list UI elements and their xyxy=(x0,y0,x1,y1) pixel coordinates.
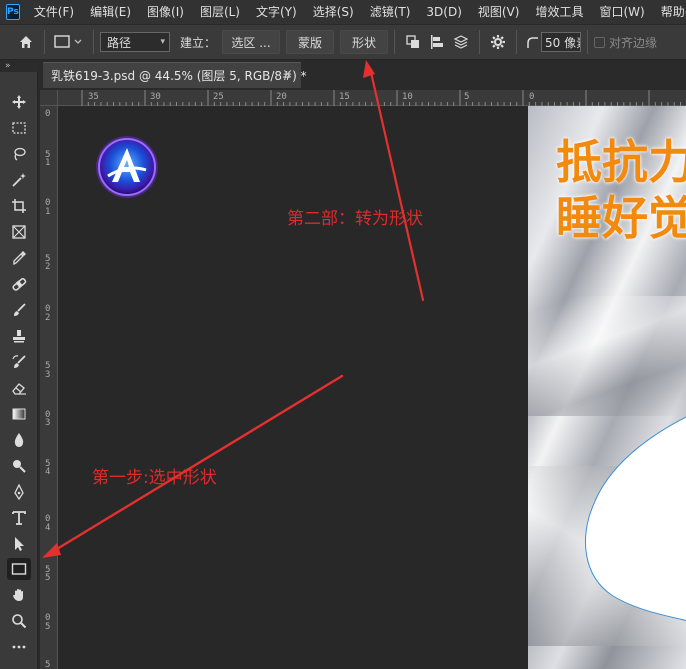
close-icon[interactable]: × xyxy=(282,67,293,82)
ruler-tick-label: 4 xyxy=(45,467,51,478)
make-mask-button[interactable]: 蒙版 xyxy=(286,30,335,54)
lasso-tool-icon[interactable] xyxy=(7,143,31,165)
divider xyxy=(44,30,45,54)
annotation-step-1: 第一步:选中形状 xyxy=(92,468,217,488)
rectangle-tool-icon[interactable] xyxy=(7,558,31,580)
path-alignment-icon[interactable] xyxy=(425,30,449,54)
menu-item[interactable]: 编辑(E) xyxy=(82,0,139,24)
menu-item[interactable]: 图层(L) xyxy=(192,0,248,24)
eyedropper-tool-icon[interactable] xyxy=(7,247,31,269)
divider xyxy=(479,30,481,54)
ruler-tick-label: 0 xyxy=(45,109,51,120)
ruler-tick-label: 1 xyxy=(45,206,51,217)
selected-shape-path[interactable] xyxy=(528,106,686,669)
more-tools-icon[interactable] xyxy=(7,636,31,658)
home-icon[interactable] xyxy=(14,30,38,54)
photoshop-logo: Ps xyxy=(6,4,20,20)
zoom-tool-icon[interactable] xyxy=(7,610,31,632)
menu-item[interactable]: 滤镜(T) xyxy=(362,0,419,24)
frame-tool-icon[interactable] xyxy=(7,221,31,243)
divider xyxy=(93,30,94,54)
menu-items: 文件(F) 编辑(E) 图像(I) 图层(L) 文字(Y) 选择(S) 滤镜(T) 3D(D)… xyxy=(26,0,686,24)
menu-item[interactable]: 视图(V) xyxy=(470,0,528,24)
menu-bar: Ps 文件(F) 编辑(E) 图像(I) 图层(L) 文字(Y) 选择(S) 滤镜(T) 3D… xyxy=(0,0,686,24)
pen-tool-icon[interactable] xyxy=(7,481,31,503)
path-arrangement-icon[interactable] xyxy=(449,30,473,54)
crop-tool-icon[interactable] xyxy=(7,195,31,217)
annotation-step-2: 第二部：转为形状 xyxy=(287,209,423,229)
menu-item[interactable]: 增效工具 xyxy=(527,0,591,24)
hand-tool-icon[interactable] xyxy=(7,584,31,606)
divider xyxy=(516,30,518,54)
divider xyxy=(587,30,589,54)
corner-radius-input[interactable]: 50 像素 xyxy=(541,32,582,52)
menu-item[interactable]: 选择(S) xyxy=(305,0,362,24)
menu-item[interactable]: 文件(F) xyxy=(26,0,82,24)
make-selection-button[interactable]: 选区 ... xyxy=(222,30,281,54)
path-selection-tool-icon[interactable] xyxy=(7,533,31,555)
menu-item[interactable]: 窗口(W) xyxy=(591,0,652,24)
brush-tool-icon[interactable] xyxy=(7,299,31,321)
menu-item[interactable]: 文字(Y) xyxy=(248,0,305,24)
ruler-tick-label: 2 xyxy=(45,312,51,323)
move-tool-icon[interactable] xyxy=(7,91,31,113)
document-image: 抵抗力 睡好觉 xyxy=(528,106,686,669)
corner-radius-icon xyxy=(523,30,541,54)
canvas[interactable]: 抵抗力 睡好觉 第二部：转为形状 第一步:选中形状 xyxy=(58,106,686,669)
ruler-tick-label: 4 xyxy=(45,522,51,533)
ruler-tick-label: 5 xyxy=(45,573,51,584)
history-brush-tool-icon[interactable] xyxy=(7,351,31,373)
ruler-tick-label: 5 xyxy=(45,621,51,632)
ruler-tick-label: 3 xyxy=(45,418,51,429)
ruler-tick-label: 1 xyxy=(45,158,51,169)
type-tool-icon[interactable] xyxy=(7,507,31,529)
gradient-tool-icon[interactable] xyxy=(7,403,31,425)
collapse-panel-icon[interactable]: » xyxy=(0,60,38,72)
eraser-tool-icon[interactable] xyxy=(7,377,31,399)
menu-item[interactable]: 图像(I) xyxy=(139,0,192,24)
ruler-tick-label: 2 xyxy=(45,262,51,273)
document-tab[interactable]: 乳铁619-3.psd @ 44.5% (图层 5, RGB/8#) * × xyxy=(43,62,307,88)
vertical-ruler[interactable]: 0510152025303540455055 xyxy=(40,106,58,669)
healing-brush-tool-icon[interactable] xyxy=(7,273,31,295)
build-label: 建立： xyxy=(180,35,217,50)
ruler-corner xyxy=(40,90,58,106)
menu-item[interactable]: 帮助(H) xyxy=(653,0,686,24)
make-shape-button[interactable]: 形状 xyxy=(340,30,389,54)
menu-item[interactable]: 3D(D) xyxy=(418,0,469,24)
clone-stamp-tool-icon[interactable] xyxy=(7,325,31,347)
options-bar: 路径 ▾ 建立： 选区 ... 蒙版 形状 50 像素 对齐边缘 xyxy=(0,24,686,60)
photoshop-window: Ps 文件(F) 编辑(E) 图像(I) 图层(L) 文字(Y) 选择(S) 滤镜(T) 3D… xyxy=(0,0,686,669)
mode-select[interactable]: 路径 ▾ xyxy=(100,32,170,52)
blur-tool-icon[interactable] xyxy=(7,429,31,451)
tools-panel xyxy=(0,72,38,669)
ruler-tick-label: 5 xyxy=(45,660,51,669)
chevron-down-icon: ▾ xyxy=(160,37,165,47)
dodge-tool-icon[interactable] xyxy=(7,455,31,477)
document-tab-title: 乳铁619-3.psd @ 44.5% (图层 5, RGB/8#) * xyxy=(51,69,307,83)
brand-logo xyxy=(94,134,160,200)
align-edges-checkbox[interactable] xyxy=(594,36,606,48)
mode-select-value: 路径 xyxy=(107,35,132,50)
ruler-ticks xyxy=(81,90,681,106)
tool-preset-picker[interactable] xyxy=(51,30,87,54)
divider xyxy=(394,30,396,54)
gear-icon[interactable] xyxy=(486,30,510,54)
path-operations-icon[interactable] xyxy=(401,30,425,54)
marquee-tool-icon[interactable] xyxy=(7,117,31,139)
magic-wand-tool-icon[interactable] xyxy=(7,169,31,191)
ruler-tick-label: 3 xyxy=(45,369,51,380)
horizontal-ruler[interactable]: 35 30 25 20 15 10 5 0 xyxy=(58,90,686,106)
align-edges-label: 对齐边缘 xyxy=(609,35,658,50)
